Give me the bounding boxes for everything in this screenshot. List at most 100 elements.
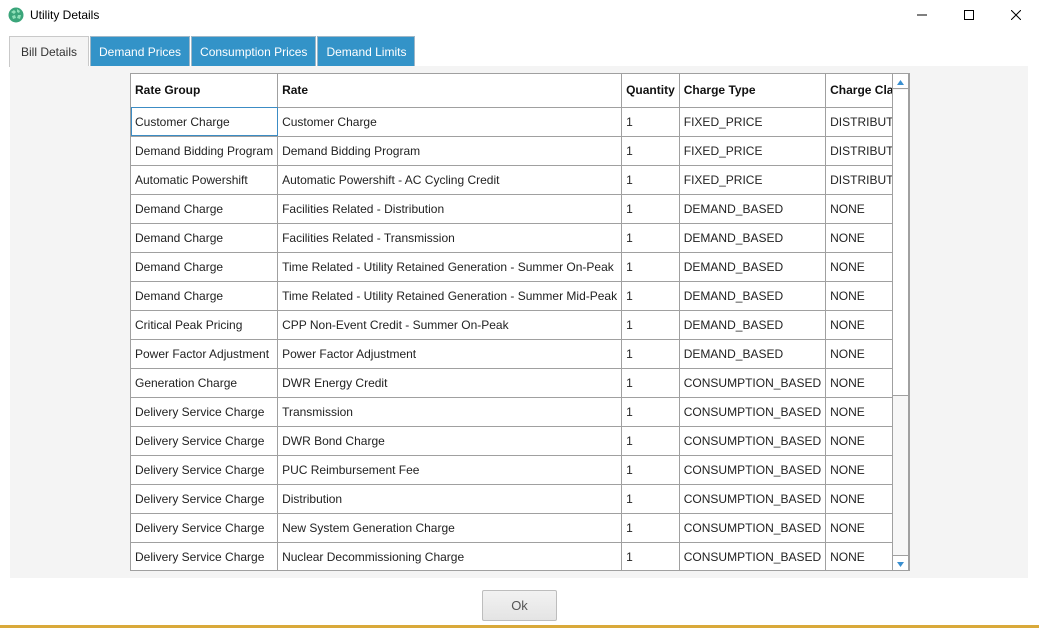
cell-rate-group[interactable]: Delivery Service Charge — [131, 484, 279, 514]
cell-quantity[interactable]: 1 — [621, 513, 680, 543]
cell-charge-type[interactable]: CONSUMPTION_BASED — [679, 513, 827, 543]
tab-demand-limits[interactable]: Demand Limits — [317, 36, 416, 67]
cell-charge-type[interactable]: DEMAND_BASED — [679, 339, 827, 369]
cell-rate[interactable]: Time Related - Utility Retained Generati… — [277, 281, 623, 311]
table-row[interactable]: Demand Charge Facilities Related - Transm… — [131, 223, 909, 253]
table-row[interactable]: Demand Bidding Program Demand Bidding Pro… — [131, 136, 909, 166]
table-row[interactable]: Delivery Service Charge Distribution 1 CONS… — [131, 484, 909, 514]
cell-quantity[interactable]: 1 — [621, 484, 680, 514]
cell-rate[interactable]: Demand Bidding Program — [277, 136, 623, 166]
cell-rate-group[interactable]: Delivery Service Charge — [131, 397, 279, 427]
cell-rate[interactable]: Facilities Related - Distribution — [277, 194, 623, 224]
table-row[interactable]: Delivery Service Charge Nuclear Decommiss… — [131, 542, 909, 570]
cell-charge-type[interactable]: CONSUMPTION_BASED — [679, 368, 827, 398]
column-header-quantity[interactable]: Quantity — [621, 74, 680, 108]
tab-bar: Bill Details Demand Prices Consumption P… — [9, 36, 416, 67]
scroll-up-button[interactable] — [893, 74, 908, 89]
cell-quantity[interactable]: 1 — [621, 397, 680, 427]
table-row[interactable]: Delivery Service Charge New System Genera… — [131, 513, 909, 543]
cell-charge-type[interactable]: CONSUMPTION_BASED — [679, 542, 827, 570]
table-row[interactable]: Power Factor Adjustment Power Factor Adju… — [131, 339, 909, 369]
cell-quantity[interactable]: 1 — [621, 194, 680, 224]
cell-rate-group[interactable]: Delivery Service Charge — [131, 542, 279, 570]
table-row[interactable]: Delivery Service Charge Transmission 1 CONS… — [131, 397, 909, 427]
cell-rate[interactable]: Customer Charge — [277, 107, 623, 137]
table-row[interactable]: Automatic Powershift Automatic Powershift… — [131, 165, 909, 195]
cell-quantity[interactable]: 1 — [621, 426, 680, 456]
cell-quantity[interactable]: 1 — [621, 339, 680, 369]
cell-rate-group[interactable]: Demand Charge — [131, 223, 279, 253]
ok-button[interactable]: Ok — [482, 590, 557, 621]
cell-charge-type[interactable]: FIXED_PRICE — [679, 136, 827, 166]
cell-charge-type[interactable]: FIXED_PRICE — [679, 107, 827, 137]
close-button[interactable] — [993, 0, 1039, 30]
cell-quantity[interactable]: 1 — [621, 281, 680, 311]
cell-charge-type[interactable]: DEMAND_BASED — [679, 194, 827, 224]
cell-quantity[interactable]: 1 — [621, 455, 680, 485]
cell-rate-group[interactable]: Automatic Powershift — [131, 165, 279, 195]
column-header-charge-type[interactable]: Charge Type — [679, 74, 827, 108]
cell-rate[interactable]: PUC Reimbursement Fee — [277, 455, 623, 485]
cell-charge-type[interactable]: CONSUMPTION_BASED — [679, 426, 827, 456]
cell-quantity[interactable]: 1 — [621, 223, 680, 253]
cell-charge-type[interactable]: DEMAND_BASED — [679, 281, 827, 311]
scroll-thumb[interactable] — [893, 90, 908, 396]
cell-charge-type[interactable]: CONSUMPTION_BASED — [679, 484, 827, 514]
cell-quantity[interactable]: 1 — [621, 542, 680, 570]
table-row[interactable]: Demand Charge Time Related - Utility Reta… — [131, 281, 909, 311]
cell-rate[interactable]: Facilities Related - Transmission — [277, 223, 623, 253]
table-row[interactable]: Delivery Service Charge DWR Bond Charge 1 C… — [131, 426, 909, 456]
cell-quantity[interactable]: 1 — [621, 136, 680, 166]
cell-rate-group[interactable]: Generation Charge — [131, 368, 279, 398]
cell-rate[interactable]: New System Generation Charge — [277, 513, 623, 543]
cell-quantity[interactable]: 1 — [621, 368, 680, 398]
cell-rate-group[interactable]: Demand Bidding Program — [131, 136, 279, 166]
cell-rate[interactable]: Distribution — [277, 484, 623, 514]
table-row[interactable]: Customer Charge Customer Charge 1 FIXED_PRI… — [131, 107, 909, 137]
maximize-button[interactable] — [946, 0, 992, 30]
window-title: Utility Details — [30, 8, 100, 22]
title-bar: Utility Details — [0, 0, 1039, 30]
cell-charge-type[interactable]: DEMAND_BASED — [679, 252, 827, 282]
minimize-button[interactable] — [899, 0, 945, 30]
table-row[interactable]: Demand Charge Facilities Related - Distri… — [131, 194, 909, 224]
cell-rate[interactable]: Power Factor Adjustment — [277, 339, 623, 369]
cell-charge-type[interactable]: DEMAND_BASED — [679, 223, 827, 253]
cell-charge-type[interactable]: DEMAND_BASED — [679, 310, 827, 340]
column-header-rate[interactable]: Rate — [277, 74, 623, 108]
cell-rate-group[interactable]: Delivery Service Charge — [131, 513, 279, 543]
table-row[interactable]: Critical Peak Pricing CPP Non-Event Credi… — [131, 310, 909, 340]
cell-rate[interactable]: CPP Non-Event Credit - Summer On-Peak — [277, 310, 623, 340]
tab-demand-prices[interactable]: Demand Prices — [90, 36, 191, 67]
cell-rate[interactable]: DWR Bond Charge — [277, 426, 623, 456]
cell-charge-type[interactable]: FIXED_PRICE — [679, 165, 827, 195]
cell-rate-group[interactable]: Delivery Service Charge — [131, 455, 279, 485]
cell-rate-group[interactable]: Critical Peak Pricing — [131, 310, 279, 340]
cell-rate-group[interactable]: Delivery Service Charge — [131, 426, 279, 456]
cell-rate[interactable]: Time Related - Utility Retained Generati… — [277, 252, 623, 282]
cell-rate-group[interactable]: Power Factor Adjustment — [131, 339, 279, 369]
table-row[interactable]: Delivery Service Charge PUC Reimbursement… — [131, 455, 909, 485]
cell-rate[interactable]: DWR Energy Credit — [277, 368, 623, 398]
bill-details-grid[interactable]: Rate Group Rate Quantity Charge Type Cha… — [130, 73, 910, 571]
cell-charge-type[interactable]: CONSUMPTION_BASED — [679, 397, 827, 427]
cell-quantity[interactable]: 1 — [621, 165, 680, 195]
cell-rate[interactable]: Automatic Powershift - AC Cycling Credit — [277, 165, 623, 195]
scroll-down-button[interactable] — [893, 555, 908, 570]
tab-bill-details[interactable]: Bill Details — [9, 36, 90, 67]
cell-rate[interactable]: Nuclear Decommissioning Charge — [277, 542, 623, 570]
cell-rate-group[interactable]: Customer Charge — [131, 107, 279, 137]
column-header-rate-group[interactable]: Rate Group — [131, 74, 279, 108]
table-row[interactable]: Generation Charge DWR Energy Credit 1 CONSU… — [131, 368, 909, 398]
tab-consumption-prices[interactable]: Consumption Prices — [191, 36, 317, 67]
cell-charge-type[interactable]: CONSUMPTION_BASED — [679, 455, 827, 485]
cell-rate[interactable]: Transmission — [277, 397, 623, 427]
cell-rate-group[interactable]: Demand Charge — [131, 252, 279, 282]
cell-quantity[interactable]: 1 — [621, 252, 680, 282]
cell-quantity[interactable]: 1 — [621, 107, 680, 137]
cell-rate-group[interactable]: Demand Charge — [131, 281, 279, 311]
cell-rate-group[interactable]: Demand Charge — [131, 194, 279, 224]
table-row[interactable]: Demand Charge Time Related - Utility Reta… — [131, 252, 909, 282]
cell-quantity[interactable]: 1 — [621, 310, 680, 340]
vertical-scrollbar[interactable] — [892, 73, 909, 571]
